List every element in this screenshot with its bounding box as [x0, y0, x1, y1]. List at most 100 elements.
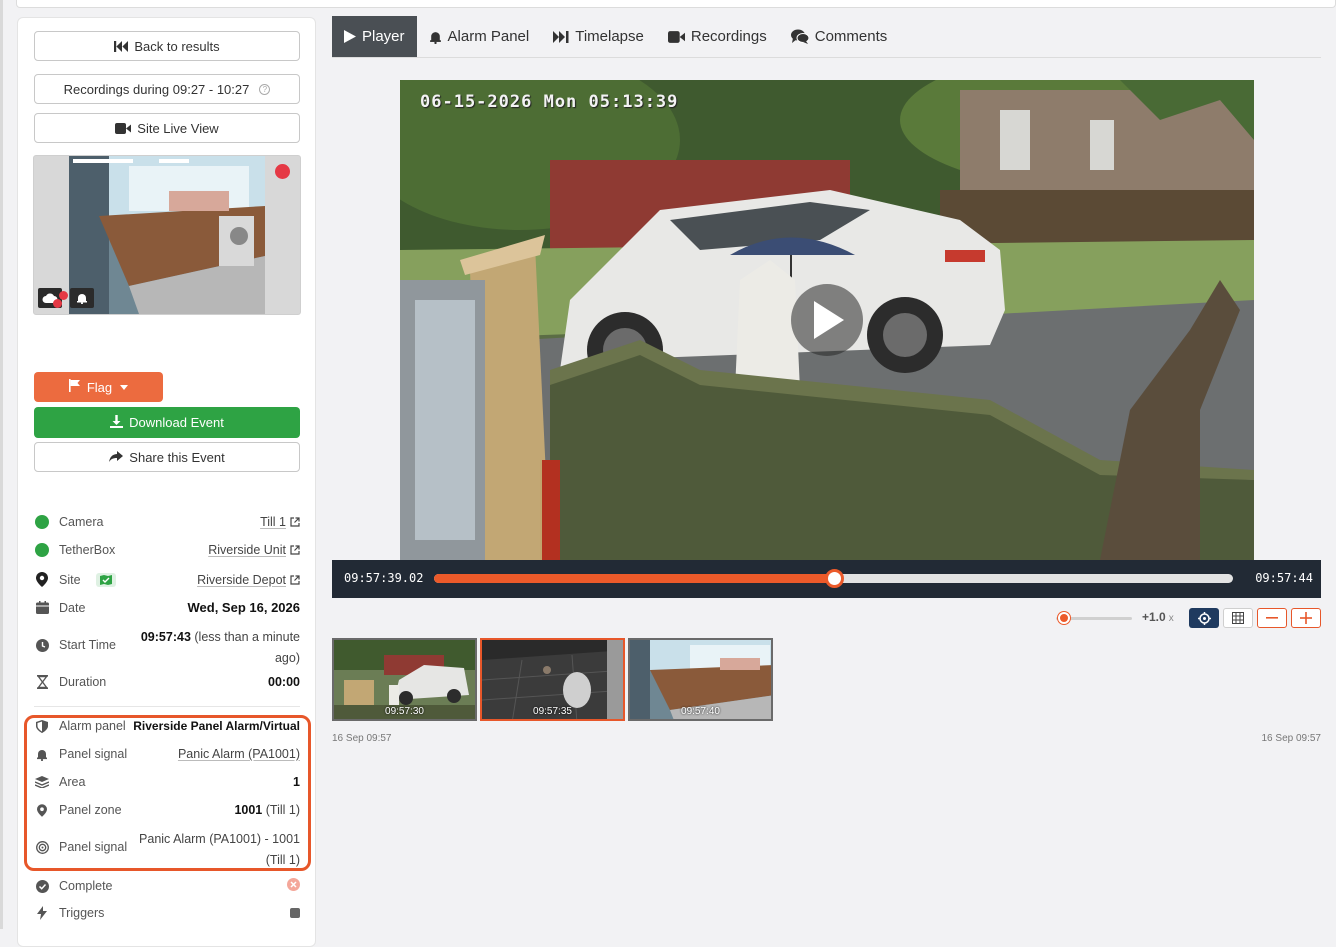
site-live-view-label: Site Live View: [137, 120, 219, 136]
info-icon: ?: [259, 83, 271, 95]
tetherbox-row: TetherBox Riverside Unit: [34, 543, 300, 557]
area-value: 1: [293, 775, 300, 789]
live-camera-preview[interactable]: [33, 155, 301, 315]
video-player[interactable]: 06-15-2026 Mon 05:13:39: [400, 80, 1254, 560]
alarm-panel-row: Alarm panel Riverside Panel Alarm/Virtua…: [34, 719, 300, 733]
calendar-icon: [34, 601, 50, 614]
tetherbox-value: Riverside Unit: [208, 543, 286, 557]
timeline-end-date: 16 Sep 09:57: [1261, 733, 1322, 744]
zoom-in-button[interactable]: [1291, 608, 1321, 628]
flag-dropdown-button[interactable]: Flag: [34, 372, 163, 402]
recordings-during-label: Recordings during 09:27 - 10:27: [63, 81, 250, 97]
complete-row: Complete: [34, 878, 300, 894]
tab-recordings-label: Recordings: [690, 28, 767, 45]
speed-unit: x: [1168, 613, 1174, 624]
tab-recordings[interactable]: Recordings: [656, 16, 779, 57]
panel-zone-value: 1001: [234, 803, 263, 817]
panel-signal-detail-row: Panel signal Panic Alarm (PA1001) - 1001…: [34, 829, 300, 871]
seek-handle[interactable]: [824, 569, 844, 588]
recordings-during-button[interactable]: Recordings during 09:27 - 10:27 ?: [34, 74, 300, 104]
share-event-button[interactable]: Share this Event: [34, 442, 300, 472]
timeline-thumbnail[interactable]: 09:57:40: [628, 638, 773, 721]
window-edge: [0, 0, 3, 929]
recording-indicator: [275, 164, 290, 179]
camera-timestamp-overlay: 06-15-2026 Mon 05:13:39: [420, 92, 679, 112]
tab-timelapse[interactable]: Timelapse: [541, 16, 656, 57]
tetherbox-label: TetherBox: [59, 543, 116, 557]
area-label: Area: [59, 775, 86, 789]
bell-icon: [70, 288, 94, 308]
tab-comments[interactable]: Comments: [779, 16, 900, 57]
panel-signal-detail-value: Panic Alarm (PA1001) - 1001: [139, 832, 300, 846]
panel-signal-link[interactable]: Panic Alarm (PA1001): [178, 747, 300, 761]
thumbnail-time: 09:57:35: [533, 706, 572, 717]
layers-icon: [34, 776, 50, 788]
tab-comments-label: Comments: [814, 28, 888, 45]
tetherbox-link[interactable]: Riverside Unit: [208, 543, 300, 557]
target-icon: [34, 840, 50, 854]
duration-value: 00:00: [268, 675, 300, 689]
site-live-view-button[interactable]: Site Live View: [34, 113, 300, 143]
seek-bar[interactable]: [434, 569, 1233, 588]
external-link-icon: [290, 574, 300, 585]
panel-signal-detail-zone: (Till 1): [265, 853, 300, 867]
tab-player[interactable]: Player: [332, 16, 417, 57]
panel-zone-label: Panel zone: [59, 803, 122, 817]
fast-forward-icon: [553, 30, 569, 43]
share-event-label: Share this Event: [129, 449, 225, 465]
panel-signal-row: Panel signal Panic Alarm (PA1001): [34, 747, 300, 761]
play-button[interactable]: [791, 284, 863, 356]
date-row: Date Wed, Sep 16, 2026: [34, 600, 300, 615]
download-event-button[interactable]: Download Event: [34, 407, 300, 438]
playback-controls: +1.0 x: [1050, 608, 1321, 628]
crosshair-button[interactable]: [1189, 608, 1219, 628]
duration-label: Duration: [59, 675, 107, 689]
current-time: 09:57:39.02: [344, 571, 424, 585]
kitchen-camera-image: [69, 156, 265, 314]
event-sidebar: Back to results Recordings during 09:27 …: [17, 17, 316, 947]
duration-row: Duration 00:00: [34, 675, 300, 689]
complete-label: Complete: [59, 879, 113, 893]
camera-value: Till 1: [260, 515, 286, 529]
tab-timelapse-label: Timelapse: [575, 28, 644, 45]
zoom-out-button[interactable]: [1257, 608, 1287, 628]
download-icon: [110, 414, 124, 431]
start-time-relative: (less than a minute: [194, 630, 300, 644]
timeline-thumbnail[interactable]: 09:57:30: [332, 638, 477, 721]
site-link[interactable]: Riverside Depot: [197, 573, 300, 587]
tab-bar: Player Alarm Panel Timelapse Recordings …: [332, 16, 1321, 58]
minus-icon: [1266, 617, 1278, 619]
download-event-label: Download Event: [129, 415, 224, 430]
camera-link[interactable]: Till 1: [260, 515, 300, 529]
start-time-row: Start Time 09:57:43 (less than a minute …: [34, 627, 300, 669]
cloud-error-icon: [38, 288, 68, 308]
grid-icon: [1232, 612, 1244, 624]
plus-icon: [1300, 612, 1312, 624]
grid-button[interactable]: [1223, 608, 1253, 628]
timeline-thumbnails: 09:57:30 09:57:35 09:57:40: [332, 638, 773, 721]
map-check-icon: [95, 572, 116, 587]
speed-slider-handle[interactable]: [1058, 612, 1070, 624]
tab-alarm-panel[interactable]: Alarm Panel: [417, 16, 542, 57]
timeline-thumbnail-selected[interactable]: 09:57:35: [480, 638, 625, 721]
back-to-results-label: Back to results: [134, 38, 220, 54]
panel-signal-detail-label: Panel signal: [59, 840, 128, 854]
triggers-row: Triggers: [34, 906, 300, 920]
tab-player-label: Player: [362, 28, 405, 45]
timeline-start-date: 16 Sep 09:57: [332, 733, 392, 744]
panel-zone-suffix: (Till 1): [265, 803, 300, 817]
lightning-icon: [34, 906, 50, 920]
top-bar: [16, 0, 1336, 8]
thumbnail-time: 09:57:40: [681, 706, 720, 717]
start-time-label: Start Time: [59, 638, 116, 652]
video-camera-icon: [667, 30, 685, 43]
panel-zone-row: Panel zone 1001 (Till 1): [34, 803, 300, 817]
crosshair-icon: [1197, 611, 1211, 625]
caret-down-icon: [120, 384, 129, 390]
site-row: Site Riverside Depot: [34, 572, 300, 587]
external-link-icon: [290, 517, 300, 527]
play-icon: [344, 30, 356, 43]
back-to-results-button[interactable]: Back to results: [34, 31, 300, 61]
flag-label: Flag: [86, 379, 113, 395]
comments-icon: [790, 29, 809, 44]
